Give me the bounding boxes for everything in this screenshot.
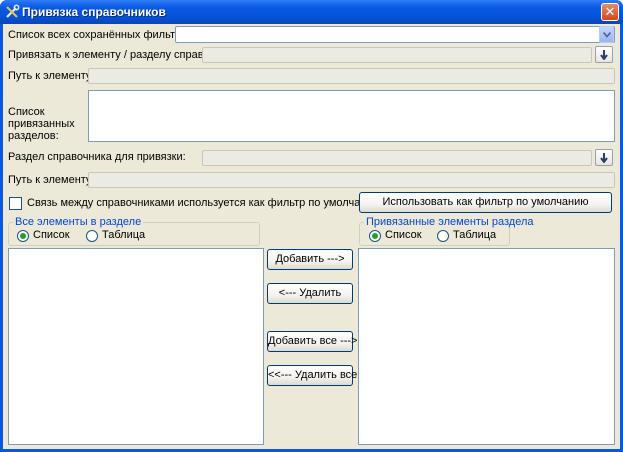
use-as-default-filter-button[interactable]: Использовать как фильтр по умолчанию — [359, 192, 612, 213]
bound-sections-list[interactable] — [88, 90, 615, 142]
remove-all-button[interactable]: <<--- Удалить все — [267, 365, 357, 386]
dialog-client-area: Список всех сохранённых фильтров: Привяз… — [3, 24, 620, 449]
filters-dropdown-button[interactable] — [599, 26, 614, 43]
arrow-down-icon — [600, 153, 608, 164]
section-select-button[interactable] — [595, 149, 613, 166]
bound-elements-group-title: Привязанные элементы раздела — [364, 216, 536, 228]
filters-combobox[interactable] — [175, 26, 615, 43]
all-elements-table-radio[interactable] — [86, 230, 98, 242]
section-label: Раздел справочника для привязки: — [8, 151, 186, 163]
bound-elements-list-radio[interactable] — [369, 230, 381, 242]
close-button[interactable]: ✕ — [601, 3, 619, 21]
path1-field — [88, 68, 615, 84]
tools-icon — [4, 4, 20, 20]
dialog-window: Привязка справочников ✕ Список всех сохр… — [0, 0, 623, 452]
path2-label: Путь к элементу: — [8, 174, 95, 186]
bound-elements-list[interactable] — [358, 248, 615, 445]
close-icon: ✕ — [604, 4, 616, 19]
default-filter-checkbox-label: Связь между справочниками используется к… — [27, 197, 381, 209]
bound-elements-list-label: Список — [385, 229, 422, 241]
all-elements-list[interactable] — [8, 248, 264, 445]
all-elements-view-group: Все элементы в разделе Список Таблица — [8, 216, 260, 246]
title-bar[interactable]: Привязка справочников ✕ — [0, 0, 623, 24]
path2-field — [88, 172, 615, 188]
add-all-button[interactable]: Добавить все --->> — [267, 331, 364, 352]
bound-elements-view-group: Привязанные элементы раздела Список Табл… — [359, 216, 536, 246]
bind-to-select-button[interactable] — [595, 46, 613, 63]
bound-sections-label: Список привязанных разделов: — [8, 106, 75, 142]
path1-label: Путь к элементу: — [8, 70, 95, 82]
section-field — [202, 150, 592, 166]
window-title: Привязка справочников — [22, 5, 166, 19]
add-button[interactable]: Добавить ---> — [267, 249, 353, 270]
filters-label: Список всех сохранённых фильтров: — [8, 29, 197, 41]
remove-button[interactable]: <--- Удалить — [267, 283, 353, 304]
chevron-down-icon — [603, 32, 611, 38]
all-elements-group-title: Все элементы в разделе — [13, 216, 144, 228]
arrow-down-icon — [600, 50, 608, 61]
default-filter-checkbox[interactable] — [9, 197, 22, 210]
bound-elements-table-radio[interactable] — [437, 230, 449, 242]
bind-to-field — [202, 47, 592, 63]
bound-elements-table-label: Таблица — [453, 229, 497, 241]
all-elements-list-radio[interactable] — [17, 230, 29, 242]
all-elements-list-label: Список — [33, 229, 70, 241]
all-elements-table-label: Таблица — [102, 229, 146, 241]
